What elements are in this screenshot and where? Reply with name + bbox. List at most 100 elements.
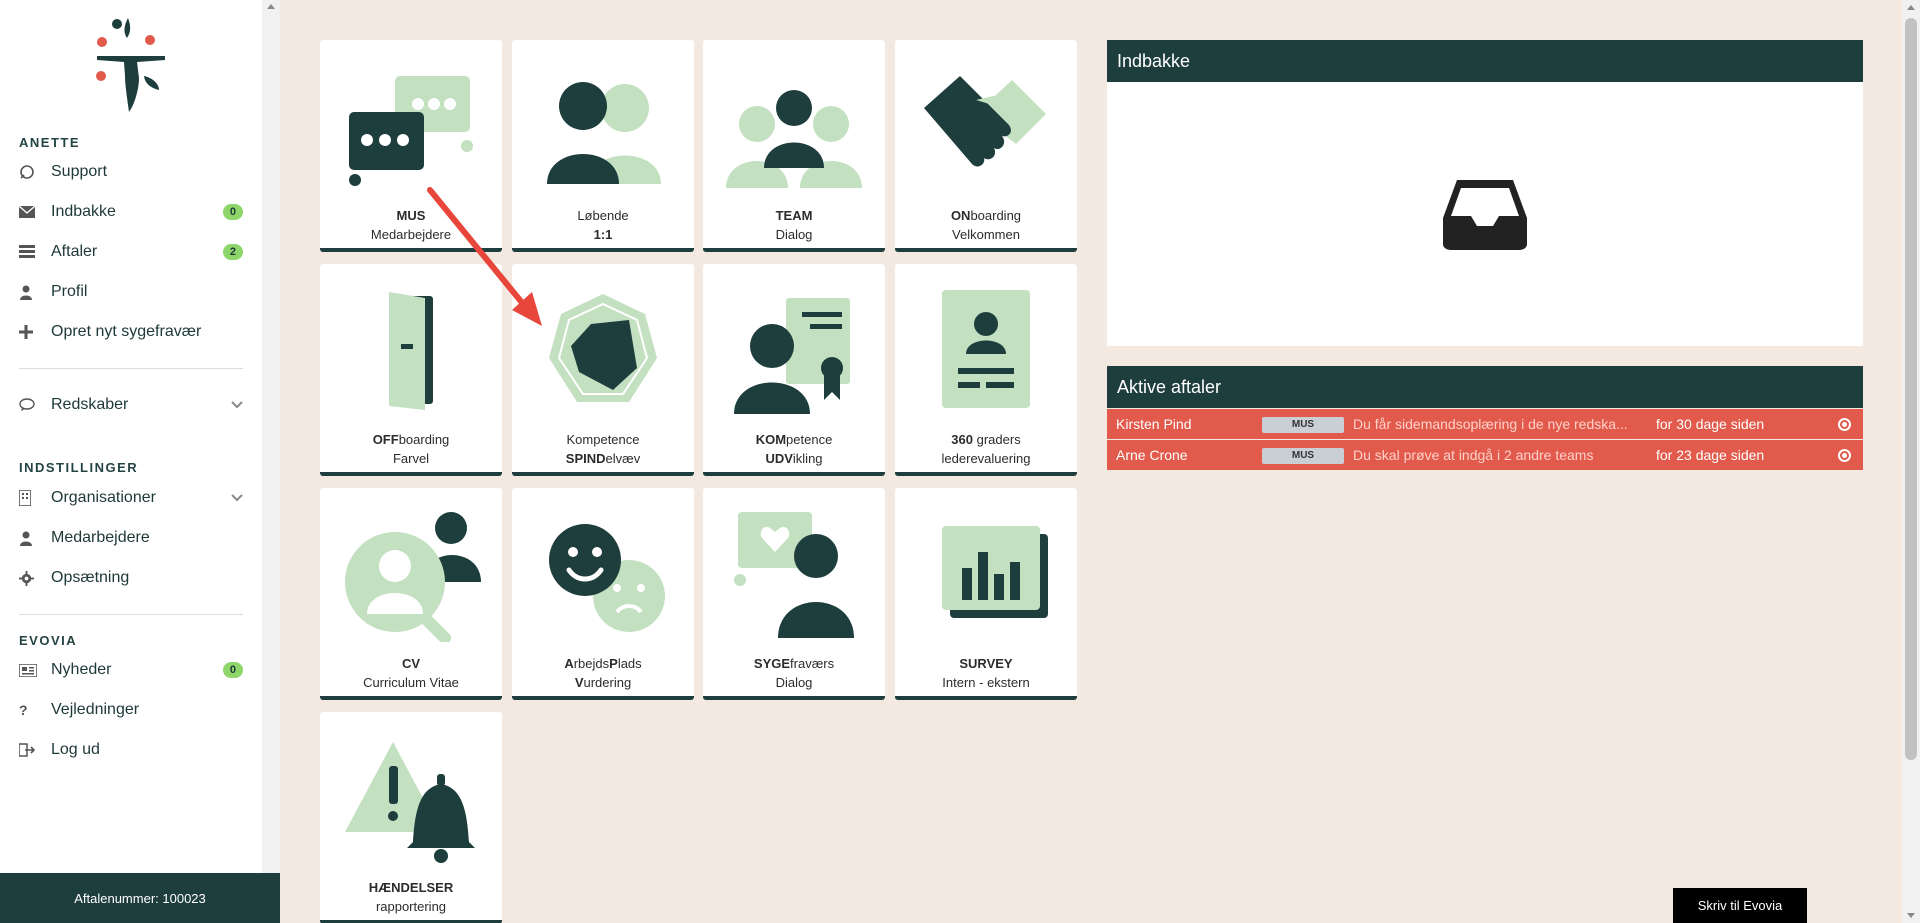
bar-chart-icon	[942, 526, 1048, 618]
tile-line2: UDVikling	[765, 451, 823, 466]
page-scrollbar[interactable]	[1902, 0, 1920, 923]
sidebar-item-label: Profil	[51, 283, 88, 300]
tile-line1: CV	[401, 656, 421, 671]
tile-line1: SYGEfraværs	[753, 656, 835, 671]
inbox-panel-body	[1107, 82, 1863, 346]
sidebar-item-redskaber[interactable]: Redskaber	[19, 388, 243, 422]
tile-sygefravaers-dialog[interactable]: SYGEfraværs Dialog	[703, 488, 885, 700]
target-icon[interactable]	[1838, 449, 1851, 462]
building-icon	[19, 490, 51, 506]
appointment-description: Du får sidemandsoplæring i de nye redska…	[1353, 416, 1628, 432]
sidebar-item-vejledninger[interactable]: ? Vejledninger	[19, 693, 243, 727]
tile-line1: SURVEY	[959, 656, 1013, 671]
gear-icon	[19, 570, 51, 586]
tile-arbejdsplads-vurdering[interactable]: ArbejdsPlads Vurdering	[512, 488, 694, 700]
chevron-down-icon	[231, 398, 243, 412]
sidebar-item-label: Log ud	[51, 741, 100, 758]
warning-bell-icon	[345, 742, 475, 863]
scrollbar-thumb[interactable]	[1905, 18, 1917, 760]
sidebar-item-support[interactable]: Support	[19, 155, 243, 189]
news-count-badge: 0	[222, 662, 243, 678]
appointment-time: for 30 dage siden	[1656, 416, 1765, 432]
sidebar-divider	[19, 614, 243, 615]
tile-line2: lederevaluering	[941, 451, 1031, 466]
smiley-faces-icon	[549, 524, 665, 632]
tile-line1: ONboarding	[950, 208, 1022, 223]
tile-team[interactable]: TEAM Dialog	[703, 40, 885, 252]
sidebar-item-label: Opret nyt sygefravær	[51, 323, 202, 340]
plus-icon	[19, 325, 51, 339]
appointment-row[interactable]: Kirsten Pind MUS Du får sidemandsoplærin…	[1107, 409, 1863, 439]
tile-line2: Velkommen	[952, 227, 1020, 242]
write-to-evovia-button[interactable]: Skriv til Evovia	[1673, 888, 1807, 923]
tile-haendelser[interactable]: HÆNDELSER rapportering	[320, 712, 502, 923]
sidebar-item-profil[interactable]: Profil	[19, 275, 243, 309]
tile-line1: KOMpetence	[755, 432, 833, 447]
user-icon	[19, 531, 51, 546]
tile-survey[interactable]: SURVEY Intern - ekstern	[895, 488, 1077, 700]
appointment-description: Du skal prøve at indgå i 2 andre teams	[1353, 447, 1594, 463]
appointment-time: for 23 dage siden	[1656, 447, 1765, 463]
chat-bubble-icon	[19, 398, 51, 412]
appointments-count-badge: 2	[222, 244, 243, 260]
logout-icon	[19, 743, 51, 757]
sidebar-item-create-sick-leave[interactable]: Opret nyt sygefravær	[19, 315, 243, 349]
certificate-person-icon	[734, 298, 850, 414]
appointment-row[interactable]: Arne Crone MUS Du skal prøve at indgå i …	[1107, 440, 1863, 470]
envelope-icon	[19, 205, 51, 219]
sidebar-item-medarbejdere[interactable]: Medarbejdere	[19, 521, 243, 555]
sidebar-item-aftaler[interactable]: Aftaler 2	[19, 235, 243, 269]
list-icon	[19, 245, 51, 259]
sidebar-item-organisationer[interactable]: Organisationer	[19, 481, 243, 515]
support-icon	[19, 164, 51, 180]
chevron-down-icon	[231, 491, 243, 505]
sidebar-item-label: Medarbejdere	[51, 529, 150, 546]
sidebar-item-nyheder[interactable]: Nyheder 0	[19, 653, 243, 687]
scroll-up-icon[interactable]	[1907, 5, 1915, 10]
appointment-type-tag: MUS	[1262, 417, 1344, 433]
sidebar-divider	[19, 368, 243, 369]
annotation-arrow	[427, 187, 542, 326]
question-icon: ?	[19, 702, 28, 718]
spiderweb-chart-icon	[549, 294, 657, 402]
tile-line1: Kompetence	[566, 432, 640, 447]
scroll-down-icon[interactable]	[1907, 913, 1915, 918]
tile-line2: rapportering	[375, 899, 447, 914]
search-person-icon	[345, 512, 481, 642]
tile-kompetenceudvikling[interactable]: KOMpetence UDVikling	[703, 264, 885, 476]
tile-cv[interactable]: CV Curriculum Vitae	[320, 488, 502, 700]
id-card-icon	[942, 290, 1030, 408]
settings-section-title: INDSTILLINGER	[19, 460, 139, 475]
sidebar-item-label: Organisationer	[51, 489, 156, 506]
inbox-panel-header: Indbakke	[1107, 40, 1863, 82]
tile-line1: HÆNDELSER	[368, 880, 454, 895]
sidebar-item-label: Indbakke	[51, 203, 116, 220]
sidebar-item-opsaetning[interactable]: Opsætning	[19, 561, 243, 595]
tile-onboarding[interactable]: ONboarding Velkommen	[895, 40, 1077, 252]
user-icon	[19, 285, 51, 300]
tile-line2: Dialog	[775, 675, 813, 690]
tile-line2: Dialog	[775, 227, 813, 242]
target-icon[interactable]	[1838, 418, 1851, 431]
evovia-section-title: EVOVIA	[19, 633, 78, 648]
tile-line2: Vurdering	[574, 675, 632, 690]
sidebar-item-label: Opsætning	[51, 569, 130, 586]
sidebar-item-label: Redskaber	[51, 396, 129, 413]
appointment-name: Arne Crone	[1116, 447, 1188, 463]
tile-360-graders[interactable]: 360 graders lederevaluering	[895, 264, 1077, 476]
tile-line2: Curriculum Vitae	[363, 675, 459, 690]
sidebar-item-label: Support	[51, 163, 108, 180]
tile-line2: Intern - ekstern	[942, 675, 1030, 690]
sidebar-item-log-ud[interactable]: Log ud	[19, 733, 243, 767]
sidebar-scrollbar[interactable]	[262, 0, 280, 873]
sidebar-item-indbakke[interactable]: Indbakke 0	[19, 195, 243, 229]
tile-line2: Farvel	[392, 451, 430, 466]
evovia-logo[interactable]	[95, 18, 167, 114]
tile-line1: ArbejdsPlads	[564, 656, 642, 671]
team-icon	[726, 90, 862, 188]
sidebar-item-label: Vejledninger	[51, 701, 140, 718]
tile-line1: 360 graders	[951, 432, 1021, 447]
appointments-panel-header: Aktive aftaler	[1107, 366, 1863, 408]
heart-message-person-icon	[734, 512, 854, 638]
appointment-type-tag: MUS	[1262, 448, 1344, 464]
